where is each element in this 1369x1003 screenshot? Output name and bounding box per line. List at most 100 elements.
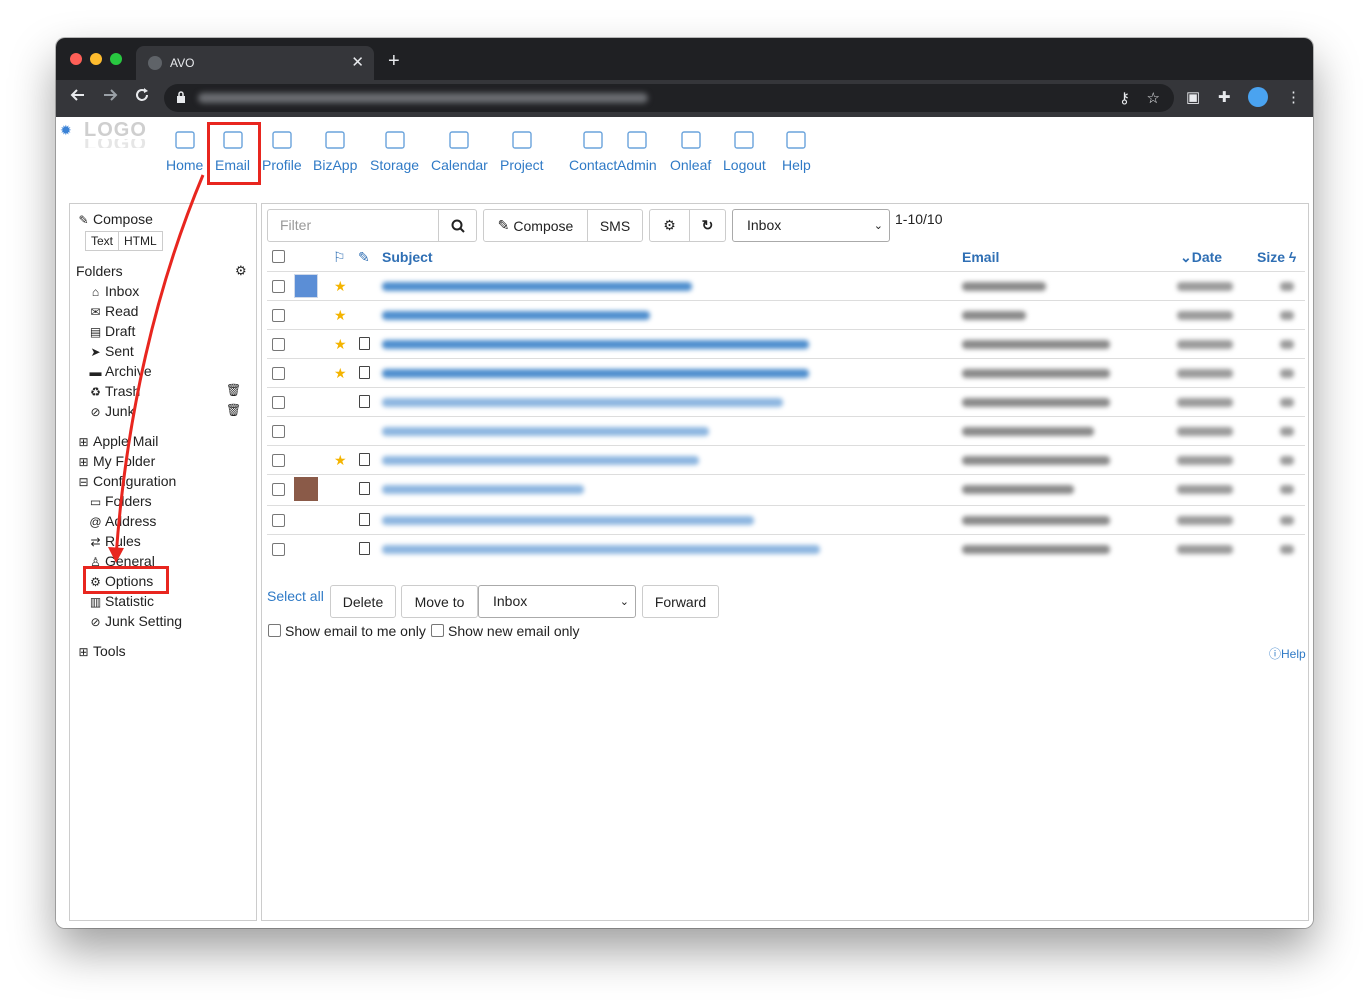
nav-bizapp[interactable]: BizApp — [313, 127, 357, 173]
star-icon[interactable]: ★ — [334, 307, 347, 324]
more-menu-icon[interactable]: ⋮ — [1286, 88, 1301, 106]
email-text — [962, 456, 1110, 465]
date-text — [1177, 398, 1233, 407]
nav-label: Help — [782, 157, 811, 173]
nav-calendar[interactable]: Calendar — [431, 127, 488, 173]
compose-icon: ✎ — [497, 217, 510, 233]
table-row[interactable]: ★ — [267, 445, 1305, 474]
bookmark-star-icon[interactable]: ☆ — [1147, 89, 1160, 107]
nav-label: Contact — [569, 157, 618, 173]
chevron-down-icon: ⌄ — [873, 220, 883, 232]
subject-text[interactable] — [382, 545, 820, 554]
move-to-button[interactable]: Move to — [401, 585, 478, 618]
settings-button[interactable]: ⚙ — [649, 209, 690, 242]
star-icon[interactable]: ★ — [334, 278, 347, 295]
subject-column-header[interactable]: Subject — [382, 249, 433, 265]
nav-onleaf[interactable]: Onleaf — [670, 127, 711, 173]
back-icon[interactable] — [70, 87, 86, 108]
table-row[interactable]: ★ — [267, 300, 1305, 329]
group-tools[interactable]: ⊞ Tools — [76, 643, 125, 659]
nav-contact[interactable]: Contact — [569, 127, 617, 173]
subject-text[interactable] — [382, 311, 650, 320]
date-text — [1177, 282, 1233, 291]
url-text — [198, 93, 648, 103]
subject-text[interactable] — [382, 485, 584, 494]
forward-icon[interactable] — [102, 87, 118, 108]
size-column-header[interactable]: Size ϟ — [1257, 249, 1296, 265]
refresh-icon: ↻ — [701, 217, 714, 233]
size-text — [1280, 545, 1294, 554]
table-row[interactable] — [267, 505, 1305, 534]
config-junk-setting[interactable]: ⊘ Junk Setting — [88, 613, 182, 629]
message-count: 1-10/10 — [895, 211, 943, 227]
minimize-window-button[interactable] — [90, 53, 102, 65]
search-button[interactable] — [438, 209, 477, 242]
close-window-button[interactable] — [70, 53, 82, 65]
puzzle-icon[interactable]: ✚ — [1218, 88, 1231, 106]
table-row[interactable]: ★ — [267, 271, 1305, 300]
maximize-window-button[interactable] — [110, 53, 122, 65]
date-column-header[interactable]: ⌄Date — [1180, 249, 1222, 266]
star-icon[interactable]: ★ — [334, 365, 347, 382]
subject-text[interactable] — [382, 516, 754, 525]
table-row[interactable]: ★ — [267, 329, 1305, 358]
forward-button[interactable]: Forward — [642, 585, 719, 618]
size-text — [1280, 311, 1294, 320]
date-text — [1177, 456, 1233, 465]
table-row[interactable] — [267, 387, 1305, 416]
nav-label: Storage — [370, 157, 420, 173]
subject-text[interactable] — [382, 282, 692, 291]
bar-chart-icon: ▥ — [89, 595, 102, 609]
table-row[interactable] — [267, 416, 1305, 445]
nav-help[interactable]: Help — [782, 127, 811, 173]
email-column-header[interactable]: Email — [962, 249, 999, 265]
browser-tab[interactable]: AVO ✕ — [136, 46, 374, 80]
document-icon — [359, 513, 370, 526]
show-new-checkbox[interactable] — [431, 624, 444, 637]
star-icon[interactable]: ★ — [334, 336, 347, 353]
address-bar[interactable]: ⚷ ☆ — [164, 84, 1174, 112]
sms-button[interactable]: SMS — [587, 209, 643, 242]
move-target-select[interactable]: Inbox ⌄ — [478, 585, 636, 618]
avatar[interactable] — [1248, 87, 1268, 107]
help-link[interactable]: ⓘHelp — [1269, 645, 1306, 662]
nav-project[interactable]: Project — [500, 127, 544, 173]
folder-select[interactable]: Inbox ⌄ — [732, 209, 890, 242]
new-tab-button[interactable]: + — [388, 50, 400, 73]
delete-button[interactable]: Delete — [330, 585, 396, 618]
email-text — [962, 282, 1046, 291]
help-icon — [786, 131, 807, 149]
table-row[interactable] — [267, 534, 1305, 563]
size-text — [1280, 340, 1294, 349]
key-icon[interactable]: ⚷ — [1119, 89, 1130, 107]
nav-logout[interactable]: Logout — [723, 127, 766, 173]
flag-column-icon[interactable]: ⚐ — [333, 249, 346, 266]
nav-admin[interactable]: Admin — [617, 127, 657, 173]
subject-text[interactable] — [382, 398, 783, 407]
show-to-me-checkbox[interactable] — [268, 624, 281, 637]
extension-icon[interactable]: ▣ — [1186, 88, 1200, 106]
reload-icon[interactable] — [134, 87, 150, 108]
document-icon — [359, 395, 370, 408]
table-row[interactable]: ★ — [267, 358, 1305, 387]
email-text — [962, 340, 1110, 349]
nav-label: Logout — [723, 157, 766, 173]
table-row[interactable] — [267, 474, 1305, 503]
document-icon — [359, 453, 370, 466]
nav-storage[interactable]: Storage — [370, 127, 419, 173]
tab-title: AVO — [170, 56, 195, 70]
refresh-button[interactable]: ↻ — [689, 209, 726, 242]
star-icon[interactable]: ★ — [334, 452, 347, 469]
attachment-column-icon[interactable]: ✎ — [358, 249, 370, 266]
email-text — [962, 427, 1094, 436]
tab-close-icon[interactable]: ✕ — [351, 53, 364, 71]
compose-button[interactable]: ✎ Compose — [483, 209, 588, 242]
subject-text[interactable] — [382, 369, 809, 378]
subject-text[interactable] — [382, 456, 699, 465]
date-text — [1177, 427, 1233, 436]
document-icon — [359, 542, 370, 555]
date-text — [1177, 311, 1233, 320]
expand-plus-icon: ⊞ — [78, 645, 89, 659]
subject-text[interactable] — [382, 340, 809, 349]
subject-text[interactable] — [382, 427, 709, 436]
